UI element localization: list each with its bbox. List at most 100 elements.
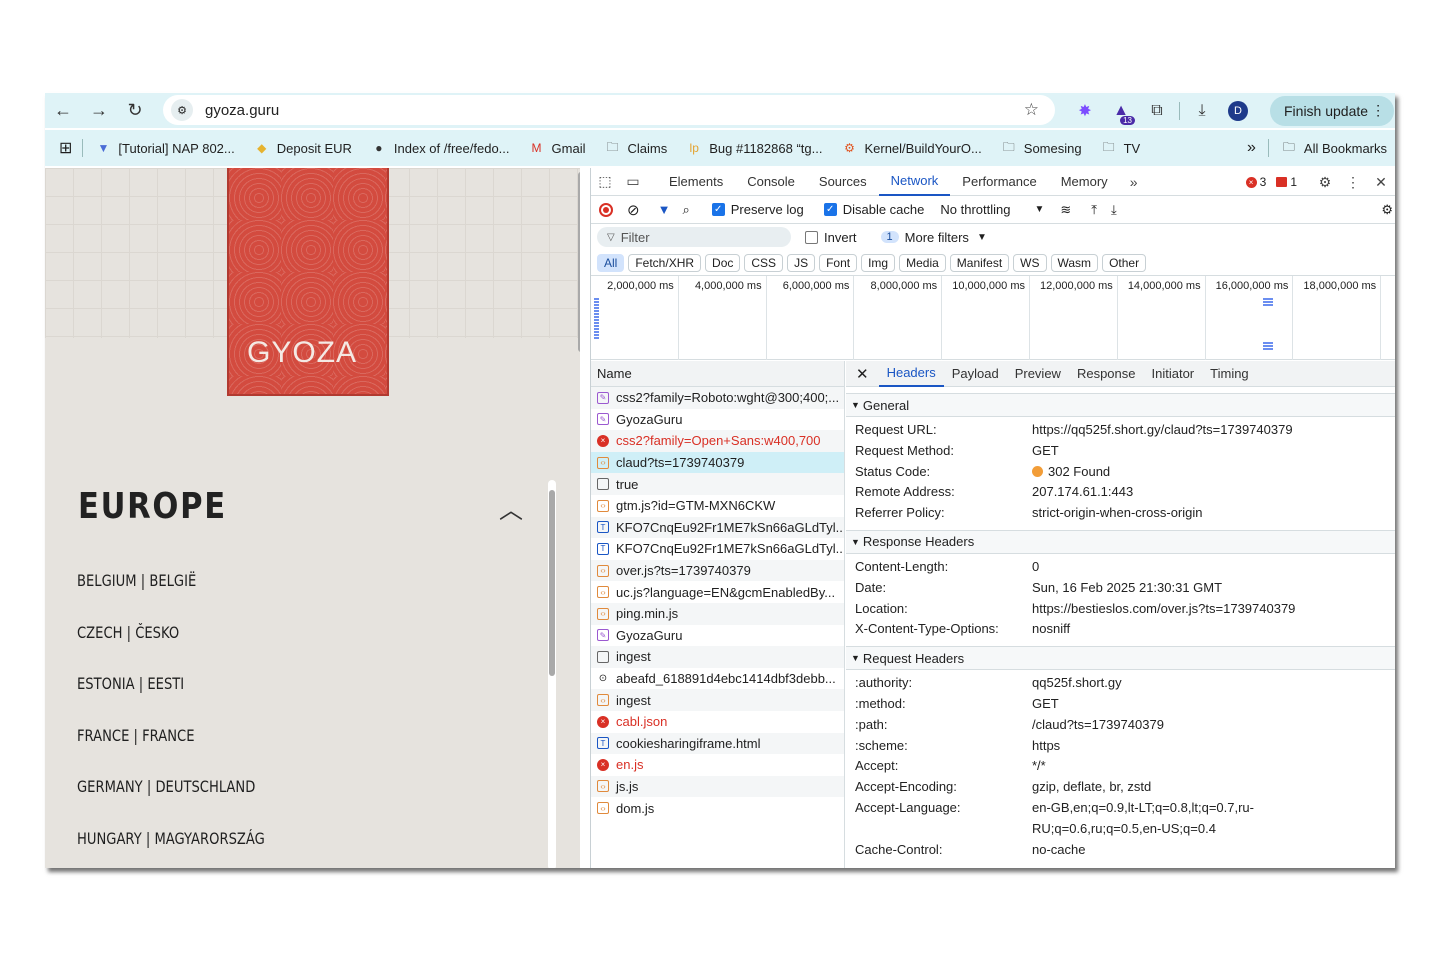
type-filter-all[interactable]: All — [597, 253, 625, 272]
header-value[interactable]: https://qq525f.short.gy/claud?ts=1739740… — [1032, 420, 1382, 441]
request-row[interactable]: ✎ GyozaGuru — [591, 625, 844, 647]
type-filter-other[interactable]: Other — [1102, 253, 1147, 272]
header-value[interactable]: gzip, deflate, br, zstd — [1032, 777, 1382, 798]
bookmark-item[interactable]: 🗀 TV — [1101, 140, 1141, 156]
detail-tab-headers[interactable]: Headers — [878, 361, 944, 387]
invert-checkbox[interactable]: Invert — [805, 230, 857, 245]
request-row[interactable]: ‹› dom.js — [591, 797, 844, 819]
search-icon[interactable]: ⌕ — [682, 202, 689, 218]
country-link[interactable]: HUNGARY | MAGYARORSZÁG — [77, 829, 265, 848]
chevron-up-icon[interactable]: ︿ — [499, 490, 523, 525]
tab-console[interactable]: Console — [735, 168, 807, 196]
detail-tab-timing[interactable]: Timing — [1202, 361, 1257, 387]
country-link[interactable]: FRANCE | FRANCE — [77, 726, 195, 745]
scrollbar-thumb[interactable] — [549, 490, 555, 676]
more-tabs-icon[interactable]: » — [1120, 174, 1148, 190]
reload-button[interactable]: ↻ — [117, 95, 153, 127]
extension-puzzle-icon[interactable]: ✸ — [1067, 95, 1103, 127]
url-text[interactable]: gyoza.guru — [205, 102, 279, 119]
bookmark-item[interactable]: ● Index of /free/fedo... — [371, 140, 509, 156]
request-row[interactable]: ✎ GyozaGuru — [591, 409, 844, 431]
bookmark-item[interactable]: ◆ Deposit EUR — [254, 140, 352, 156]
extensions-icon[interactable]: ⧉ — [1139, 95, 1175, 127]
page-scrollbar-outer[interactable] — [578, 168, 580, 358]
request-row[interactable]: ‹› ingest — [591, 689, 844, 711]
bookmark-item[interactable]: 🗀 Somesing — [1001, 140, 1082, 156]
type-filter-fetch-xhr[interactable]: Fetch/XHR — [628, 253, 702, 272]
tab-elements[interactable]: Elements — [657, 168, 735, 196]
header-value[interactable]: GET — [1032, 694, 1382, 715]
detail-tab-preview[interactable]: Preview — [1007, 361, 1069, 387]
request-row[interactable]: ‹› over.js?ts=1739740379 — [591, 559, 844, 582]
bookmark-item[interactable]: M Gmail — [529, 140, 586, 156]
chevron-more-icon[interactable]: » — [1247, 139, 1256, 157]
header-value[interactable]: 302 Found — [1032, 462, 1382, 483]
forward-button[interactable]: → — [81, 95, 117, 127]
name-column-header[interactable]: Name — [591, 361, 844, 387]
bookmark-star-icon[interactable]: ☆ — [1024, 100, 1039, 120]
settings-gear-icon[interactable]: ⚙ — [1311, 174, 1339, 191]
scrollbar-thumb[interactable] — [578, 172, 580, 352]
country-link[interactable]: GERMANY | DEUTSCHLAND — [77, 777, 255, 796]
type-filter-media[interactable]: Media — [899, 253, 946, 272]
tab-network[interactable]: Network — [878, 168, 951, 196]
address-bar[interactable]: ⚙ gyoza.guru ☆ — [163, 95, 1055, 125]
more-filters-button[interactable]: 1 More filters ▼ — [880, 230, 987, 245]
page-scrollbar[interactable] — [548, 480, 556, 868]
bookmark-item[interactable]: ▼ [Tutorial] NAP 802... — [95, 140, 234, 156]
error-count[interactable]: 3 — [1260, 175, 1267, 189]
finish-update-button[interactable]: Finish update ⋮ — [1270, 95, 1395, 126]
record-stop-icon[interactable] — [599, 202, 613, 217]
tab-performance[interactable]: Performance — [950, 168, 1048, 196]
downloads-icon[interactable]: ⤓ — [1184, 95, 1220, 127]
header-value[interactable]: no-cache — [1032, 840, 1382, 861]
type-filter-js[interactable]: JS — [787, 253, 816, 272]
back-button[interactable]: ← — [45, 95, 81, 127]
device-toolbar-icon[interactable]: ▭ — [619, 173, 647, 190]
request-headers-section-header[interactable]: ▼ Request Headers — [846, 646, 1395, 671]
header-value[interactable]: */* — [1032, 756, 1382, 777]
extension-cap-icon[interactable]: ▲ 13 — [1103, 95, 1139, 127]
close-icon[interactable]: ✕ — [846, 365, 879, 383]
request-row[interactable]: × css2?family=Open+Sans:w400,700 — [591, 430, 844, 452]
type-filter-ws[interactable]: WS — [1013, 253, 1047, 272]
request-row[interactable]: ingest — [591, 646, 844, 668]
apps-grid-icon[interactable]: ⊞ — [59, 138, 72, 158]
all-bookmarks-button[interactable]: 🗀 All Bookmarks — [1281, 140, 1387, 156]
type-filter-manifest[interactable]: Manifest — [949, 253, 1010, 272]
timeline-overview[interactable]: 2,000,000 ms 4,000,000 ms 6,000,000 ms 8,00… — [591, 276, 1395, 360]
network-conditions-icon[interactable]: ≋ — [1060, 202, 1071, 218]
general-section-header[interactable]: ▼ General — [846, 393, 1395, 417]
header-value[interactable]: https://bestieslos.com/over.js?ts=173974… — [1032, 599, 1382, 620]
request-row[interactable]: true — [591, 473, 844, 495]
request-row[interactable]: × en.js — [591, 754, 844, 776]
response-headers-section-header[interactable]: ▼ Response Headers — [846, 529, 1395, 554]
request-row[interactable]: ‹› uc.js?language=EN&gcmEnabledBy... — [591, 581, 844, 603]
filter-input[interactable]: ▽ Filter — [597, 227, 791, 247]
bookmark-item[interactable]: lp Bug #1182868 “tg... — [686, 140, 823, 156]
request-row[interactable]: ‹› ping.min.js — [591, 602, 844, 625]
country-link[interactable]: BELGIUM | BELGIË — [77, 571, 196, 590]
header-value[interactable]: 207.174.61.1:443 — [1032, 482, 1382, 503]
network-settings-icon[interactable]: ⚙ — [1381, 202, 1393, 218]
request-row[interactable]: ‹› js.js — [591, 775, 844, 798]
header-value[interactable]: Sun, 16 Feb 2025 21:30:31 GMT — [1032, 578, 1382, 599]
request-row[interactable]: ‹› claud?ts=1739740379 — [591, 451, 844, 474]
clear-icon[interactable]: ⊘ — [627, 201, 640, 219]
header-value[interactable]: qq525f.short.gy — [1032, 673, 1382, 694]
detail-tab-payload[interactable]: Payload — [944, 361, 1007, 387]
issue-count[interactable]: 1 — [1290, 175, 1297, 189]
header-value[interactable]: /claud?ts=1739740379 — [1032, 715, 1382, 736]
request-row[interactable]: × cabl.json — [591, 711, 844, 733]
country-link[interactable]: ESTONIA | EESTI — [77, 674, 184, 693]
header-value[interactable]: 0 — [1032, 557, 1382, 578]
request-row[interactable]: Tcookiesharingiframe.html — [591, 732, 844, 755]
preserve-log-checkbox[interactable]: ✓ Preserve log — [711, 202, 804, 217]
type-filter-doc[interactable]: Doc — [705, 253, 741, 272]
throttling-select[interactable]: No throttling ▼ — [940, 202, 1044, 217]
type-filter-css[interactable]: CSS — [744, 253, 784, 272]
site-settings-icon[interactable]: ⚙ — [171, 99, 193, 121]
request-row[interactable]: ‹› gtm.js?id=GTM-MXN6CKW — [591, 495, 844, 517]
filter-funnel-icon[interactable]: ▼ — [658, 202, 671, 217]
country-link[interactable]: CZECH | ČESKO — [77, 623, 179, 642]
